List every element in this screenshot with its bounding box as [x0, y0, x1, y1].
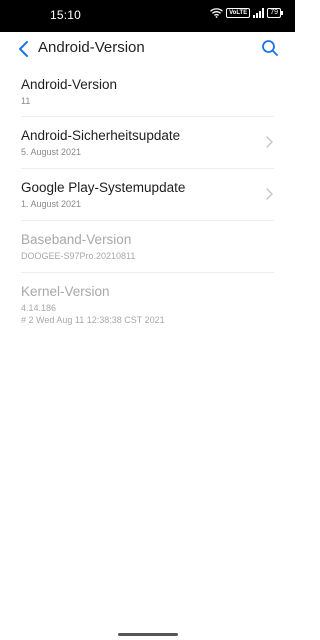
page-title: Android-Version [38, 39, 145, 56]
item-title: Kernel-Version [21, 284, 110, 299]
item-subtitle: DOOGEE-S97Pro.20210811 [21, 251, 136, 261]
status-time: 15:10 [50, 8, 82, 22]
settings-list: Android-Version 11 Android-Sicherheitsup… [0, 66, 295, 333]
gesture-nav-handle[interactable] [118, 633, 178, 636]
signal-icon [253, 8, 265, 18]
chevron-right-icon [266, 136, 273, 148]
volte-badge: VoLTE [226, 8, 251, 18]
item-title: Android-Version [21, 77, 118, 92]
list-item-android-version[interactable]: Android-Version 11 [21, 66, 274, 117]
list-item-kernel-version: Kernel-Version 4.14.186 # 2 Wed Aug 11 1… [21, 273, 274, 333]
item-subtitle: 11 [21, 96, 31, 106]
chevron-right-icon [266, 188, 273, 200]
back-arrow-icon[interactable] [16, 40, 32, 58]
wifi-icon [210, 8, 224, 18]
item-title: Baseband-Version [21, 232, 132, 247]
list-item-security-update[interactable]: Android-Sicherheitsupdate 5. August 2021 [21, 117, 274, 169]
status-bar: 15:10 VoLTE 79 [0, 0, 295, 32]
list-item-play-system-update[interactable]: Google Play-Systemupdate 1. August 2021 [21, 169, 274, 221]
battery-indicator: 79 [267, 8, 283, 18]
item-title: Android-Sicherheitsupdate [21, 128, 181, 143]
item-subtitle: 4.14.186 [21, 303, 57, 313]
item-subtitle: 5. August 2021 [21, 147, 82, 157]
list-item-baseband-version: Baseband-Version DOOGEE-S97Pro.20210811 [21, 221, 274, 273]
status-icons: VoLTE 79 [210, 8, 283, 18]
item-title: Google Play-Systemupdate [21, 180, 186, 195]
app-bar: Android-Version [0, 32, 295, 65]
item-subtitle-secondary: # 2 Wed Aug 11 12:38:38 CST 2021 [21, 315, 165, 325]
item-subtitle: 1. August 2021 [21, 199, 82, 209]
search-icon[interactable] [261, 39, 279, 57]
